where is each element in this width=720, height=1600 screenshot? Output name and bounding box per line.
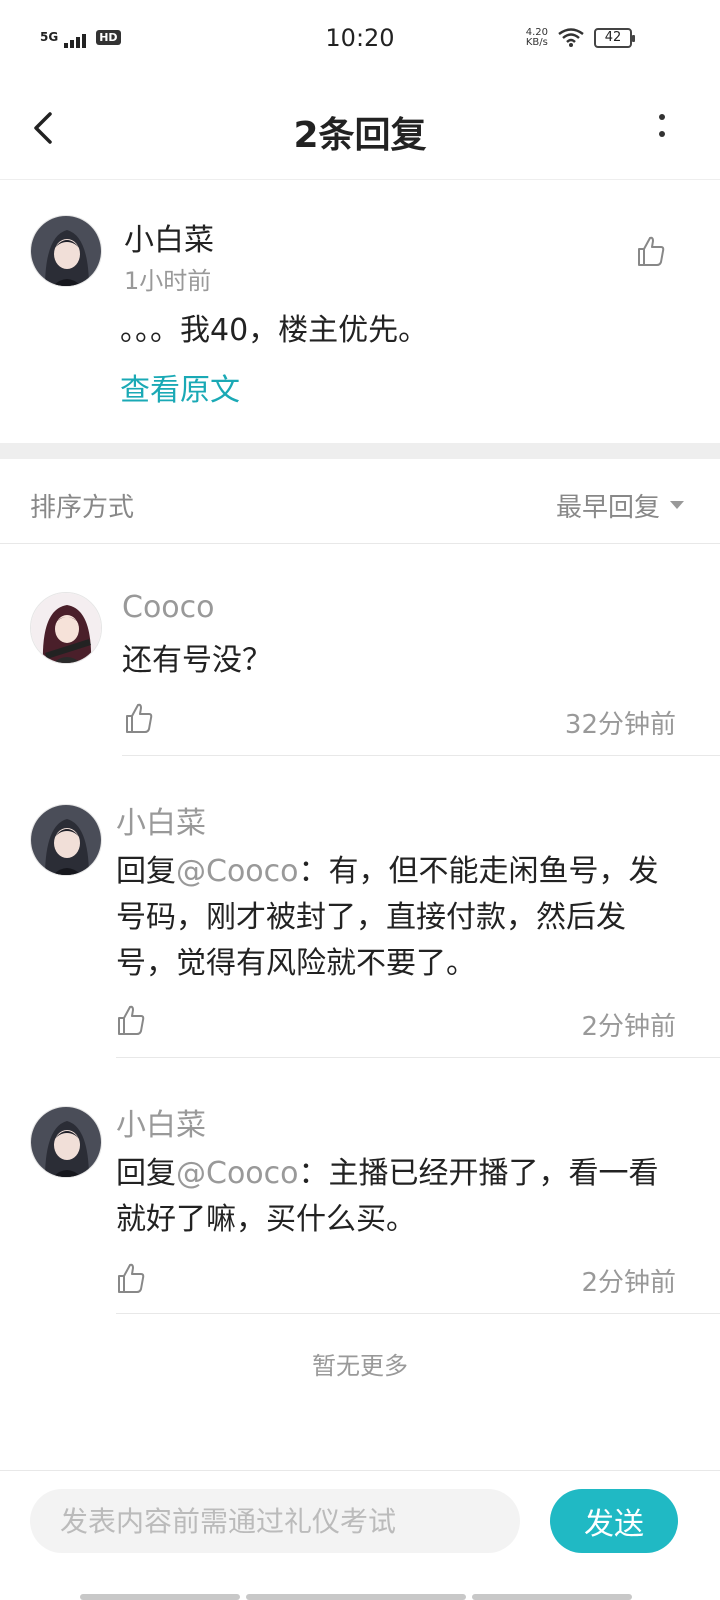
reply-item: Cooco 还有号没？ 32分钟前 <box>0 544 720 756</box>
mention-link[interactable]: @Cooco <box>176 854 299 889</box>
mention-link[interactable]: @Cooco <box>176 1156 299 1191</box>
comment-text: 。。。我40，楼主优先。 <box>120 313 429 348</box>
section-divider <box>0 443 720 459</box>
original-comment: 小白菜 1小时前 。。。我40，楼主优先。 查看原文 <box>0 181 720 443</box>
status-bar: 5G HD 10:20 4.20 KB/s 42 <box>0 0 720 80</box>
divider <box>116 1313 720 1314</box>
page-title: 2条回复 <box>293 115 427 156</box>
thumbs-up-icon[interactable] <box>636 235 666 267</box>
reply-item: 小白菜 回复@Cooco：主播已经开播了，看一看就好了嘛，买什么买。 2分钟前 <box>0 1058 720 1314</box>
caret-down-icon[interactable] <box>668 499 686 511</box>
reply-author[interactable]: 小白菜 <box>116 1100 206 1144</box>
thumbs-up-icon[interactable] <box>124 702 154 734</box>
sort-label: 排序方式 <box>30 493 135 523</box>
top-header: 2条回复 <box>0 80 720 180</box>
avatar[interactable] <box>30 215 102 287</box>
thumbs-up-icon[interactable] <box>116 1262 146 1294</box>
avatar[interactable] <box>30 1106 102 1178</box>
comment-input[interactable] <box>30 1489 520 1553</box>
thumbs-up-icon[interactable] <box>116 1004 146 1036</box>
reply-text: 回复@Cooco：主播已经开播了，看一看就好了嘛，买什么买。 <box>116 1156 659 1237</box>
avatar[interactable] <box>30 592 102 664</box>
sort-dropdown[interactable]: 最早回复 <box>556 487 660 524</box>
reply-time: 32分钟前 <box>564 710 676 740</box>
send-button[interactable]: 发送 <box>550 1489 678 1553</box>
battery-icon: 42 <box>594 28 635 48</box>
view-original-link[interactable]: 查看原文 <box>120 365 240 409</box>
comment-time: 1小时前 <box>124 267 212 295</box>
network-speed: 4.20 KB/s <box>525 27 548 48</box>
wifi-icon <box>558 28 584 47</box>
more-options-icon[interactable] <box>654 112 670 142</box>
avatar[interactable] <box>30 804 102 876</box>
reply-author[interactable]: 小白菜 <box>116 798 206 842</box>
no-more-text: 暂无更多 <box>312 1352 408 1380</box>
comment-author[interactable]: 小白菜 <box>124 215 214 259</box>
reply-item: 小白菜 回复@Cooco：有，但不能走闲鱼号，发号码，刚才被封了，直接付款，然后… <box>0 756 720 1058</box>
reply-time: 2分钟前 <box>581 1012 676 1042</box>
reply-text: 还有号没？ <box>122 643 272 678</box>
sort-bar: 排序方式 最早回复 <box>0 459 720 544</box>
reply-time: 2分钟前 <box>581 1268 676 1298</box>
navigation-indicator <box>80 1594 632 1600</box>
reply-text: 回复@Cooco：有，但不能走闲鱼号，发号码，刚才被封了，直接付款，然后发号，觉… <box>116 854 659 981</box>
composer-bar: 发送 <box>0 1470 720 1600</box>
reply-author[interactable]: Cooco <box>122 590 215 625</box>
